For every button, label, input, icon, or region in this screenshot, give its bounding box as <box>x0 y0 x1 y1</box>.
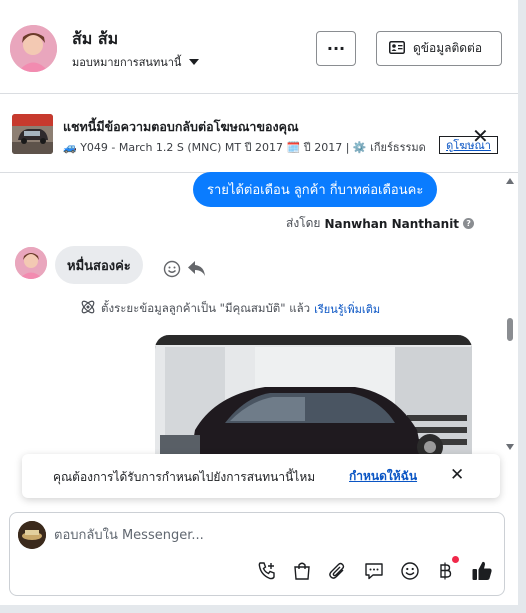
emoji-icon[interactable] <box>399 560 421 582</box>
reply-composer <box>9 512 505 596</box>
ai-sparkle-icon <box>79 298 97 319</box>
assign-conversation-dropdown[interactable]: มอบหมายการสนทนานี้ <box>72 53 200 71</box>
assign-to-me-link[interactable]: กำหนดให้ฉัน <box>349 467 417 486</box>
page-avatar <box>18 521 46 549</box>
shopping-bag-icon[interactable] <box>291 560 313 582</box>
sender-name: Nanwhan Nanthanit <box>324 216 460 231</box>
lead-stage-note: ตั้งระยะข้อมูลลูกค้าเป็น "มีคุณสมบัติ" แ… <box>79 298 380 319</box>
assign-label: มอบหมายการสนทนานี้ <box>72 56 182 69</box>
view-ad-link[interactable]: ดูโฆษณา <box>439 136 498 154</box>
assign-prompt-text: คุณต้องการได้รับการกำหนดไปยังการสนทนานี้… <box>53 470 316 484</box>
more-options-button[interactable]: ··· <box>316 31 356 66</box>
baht-icon[interactable] <box>434 560 456 582</box>
assign-prompt-toast: คุณต้องการได้รับการกำหนดไปยังการสนทนานี้… <box>22 454 500 498</box>
lead-stage-text: ตั้งระยะข้อมูลลูกค้าเป็น "มีคุณสมบัติ" แ… <box>101 300 311 315</box>
reply-icon[interactable] <box>187 260 206 281</box>
learn-more-link[interactable]: เรียนรู้เพิ่มเติม <box>314 300 380 318</box>
chat-bubble-icon[interactable] <box>363 560 385 582</box>
message-scrollbar[interactable] <box>503 174 517 456</box>
paperclip-icon[interactable] <box>327 560 349 582</box>
contact-name[interactable]: ส้ม ส้ม <box>72 27 118 52</box>
close-icon[interactable]: ✕ <box>450 467 464 484</box>
ad-thumbnail[interactable] <box>12 114 53 154</box>
contact-avatar-small[interactable] <box>15 247 47 279</box>
ad-details-text: Y049 - March 1.2 S (MNC) MT ปี 2017 🗓️ ป… <box>80 141 426 154</box>
info-icon[interactable]: ? <box>463 218 475 229</box>
view-contact-info-button[interactable]: ดูข้อมูลติดต่อ <box>376 31 502 66</box>
close-icon[interactable]: ✕ <box>472 126 489 146</box>
phone-plus-icon[interactable] <box>256 560 278 582</box>
sent-by-line: ส่งโดย Nanwhan Nanthanit ? <box>286 214 475 233</box>
sent-by-prefix: ส่งโดย <box>286 216 321 230</box>
scroll-up-icon[interactable] <box>506 178 514 184</box>
caret-down-icon <box>189 59 200 65</box>
ad-reply-banner: แชทนี้มีข้อความตอบกลับต่อโฆษณาของคุณ 🚙 Y… <box>0 95 518 173</box>
scroll-thumb[interactable] <box>507 318 513 341</box>
contact-info-label: ดูข้อมูลติดต่อ <box>413 41 483 55</box>
contact-card-icon <box>389 40 405 57</box>
conversation-panel: ส้ม ส้ม มอบหมายการสนทนานี้ ··· ดูข้อมูลต… <box>0 0 518 605</box>
incoming-message[interactable]: หมื่นสองค่ะ <box>55 246 143 284</box>
scroll-down-icon[interactable] <box>506 444 514 450</box>
conversation-header: ส้ม ส้ม มอบหมายการสนทนานี้ ··· ดูข้อมูลต… <box>0 0 518 94</box>
car-emoji-icon: 🚙 <box>63 141 81 154</box>
ad-details: 🚙 Y049 - March 1.2 S (MNC) MT ปี 2017 🗓️… <box>63 138 438 156</box>
smiley-icon[interactable] <box>163 260 181 282</box>
outgoing-message[interactable]: รายได้ต่อเดือน ลูกค้า กี่บาทต่อเดือนคะ <box>193 172 438 207</box>
reply-input[interactable] <box>54 525 474 545</box>
car-photo-attachment[interactable] <box>155 335 472 460</box>
ad-banner-title: แชทนี้มีข้อความตอบกลับต่อโฆษณาของคุณ <box>63 119 299 134</box>
notification-dot <box>452 556 459 563</box>
thumbs-up-icon[interactable] <box>471 560 493 582</box>
contact-avatar[interactable] <box>10 25 57 72</box>
